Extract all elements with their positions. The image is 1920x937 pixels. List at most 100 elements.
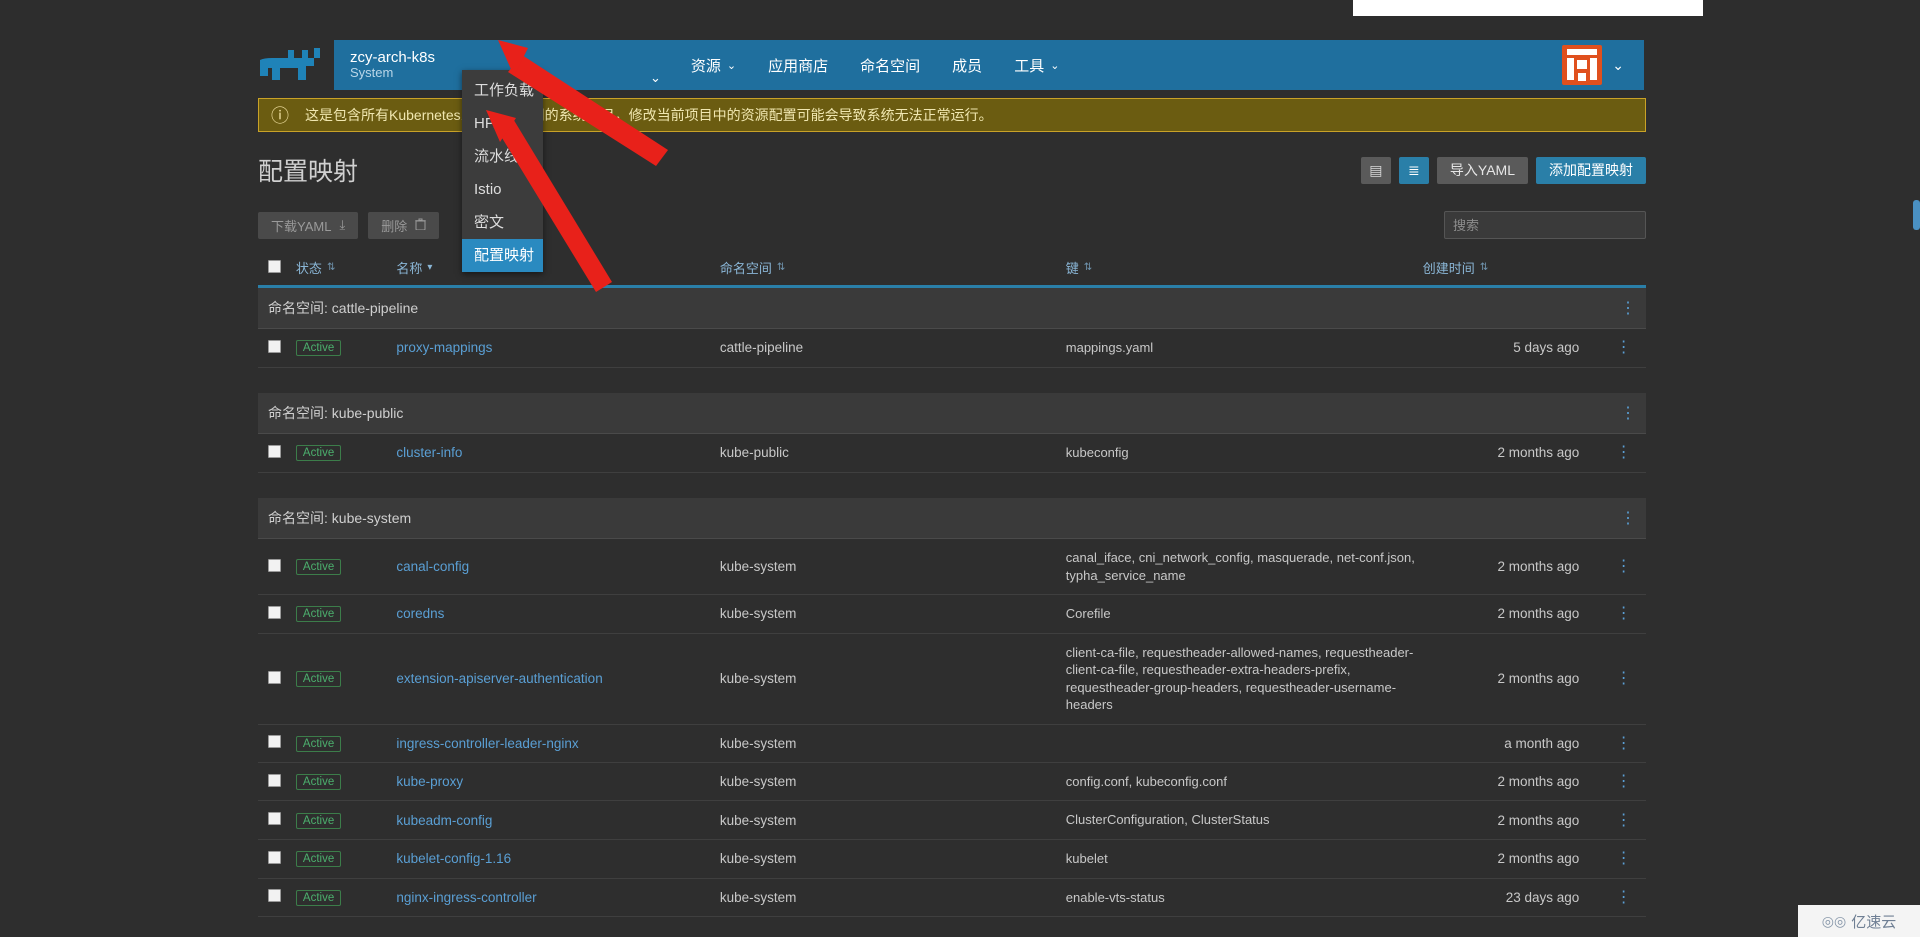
namespace-group-label: 命名空间: kube-system bbox=[258, 498, 1602, 540]
table-row: Active kubelet-config-1.16 kube-system kube… bbox=[258, 839, 1646, 879]
kebab-menu-icon[interactable]: ⋮ bbox=[1616, 558, 1632, 575]
menu-item-workloads[interactable]: 工作负载 bbox=[462, 74, 543, 107]
import-yaml-button[interactable]: 导入YAML bbox=[1436, 156, 1528, 184]
info-icon: ⓘ bbox=[271, 106, 289, 126]
nav-item-label: 命名空间 bbox=[860, 57, 921, 75]
column-header-created[interactable]: 创建时间 ⇅ bbox=[1422, 252, 1602, 288]
status-badge: Active bbox=[295, 445, 342, 462]
row-select-cell bbox=[258, 878, 296, 918]
row-checkbox[interactable] bbox=[268, 735, 281, 749]
kebab-menu-icon[interactable]: ⋮ bbox=[1620, 510, 1636, 527]
status-badge: Active bbox=[295, 851, 342, 868]
configmap-link[interactable]: cluster-info bbox=[396, 445, 462, 460]
kebab-menu-icon[interactable]: ⋮ bbox=[1616, 889, 1632, 906]
row-created-cell: 2 months ago bbox=[1422, 633, 1602, 725]
page-scrollbar-thumb[interactable] bbox=[1913, 200, 1920, 230]
sort-icon: ⇅ bbox=[1083, 261, 1093, 273]
row-name-cell: kubeadm-config bbox=[396, 800, 720, 841]
column-header-name[interactable]: 名称 ▾ bbox=[396, 252, 720, 288]
menu-item-secrets[interactable]: 密文 bbox=[462, 206, 543, 239]
row-checkbox[interactable] bbox=[268, 670, 281, 684]
row-namespace-cell: kube-system bbox=[719, 878, 1066, 918]
row-select-cell bbox=[258, 328, 296, 368]
configmap-link[interactable]: extension-apiserver-authentication bbox=[396, 671, 602, 686]
menu-item-pipeline[interactable]: 流水线 bbox=[462, 140, 543, 173]
select-all-checkbox[interactable] bbox=[268, 259, 281, 273]
search-input[interactable] bbox=[1444, 211, 1646, 239]
row-created-cell: 2 months ago bbox=[1422, 800, 1602, 841]
kebab-menu-icon[interactable]: ⋮ bbox=[1616, 670, 1632, 687]
kebab-menu-icon[interactable]: ⋮ bbox=[1616, 735, 1632, 752]
configmap-link[interactable]: coredns bbox=[396, 606, 444, 621]
row-created-cell: 23 days ago bbox=[1422, 878, 1602, 918]
column-header-status[interactable]: 状态 ⇅ bbox=[295, 252, 397, 288]
menu-item-istio[interactable]: Istio bbox=[462, 173, 543, 206]
kebab-menu-icon[interactable]: ⋮ bbox=[1616, 850, 1632, 867]
status-badge: Active bbox=[295, 812, 342, 829]
kebab-menu-icon[interactable]: ⋮ bbox=[1616, 773, 1632, 790]
download-yaml-button[interactable]: 下载YAML ⤓ bbox=[258, 211, 359, 239]
status-badge: Active bbox=[295, 774, 342, 791]
kebab-menu-icon[interactable]: ⋮ bbox=[1616, 339, 1632, 356]
table-row: Active kubeadm-config kube-system ClusterCo… bbox=[258, 800, 1646, 841]
row-actions-cell: ⋮ bbox=[1601, 762, 1646, 802]
delete-label: 删除 bbox=[381, 218, 408, 234]
kebab-menu-icon[interactable]: ⋮ bbox=[1616, 444, 1632, 461]
row-checkbox[interactable] bbox=[268, 889, 281, 903]
configmap-link[interactable]: kube-proxy bbox=[396, 774, 463, 789]
row-namespace-cell: kube-system bbox=[719, 762, 1066, 802]
app-header: zcy-arch-k8s System ⌄ 资源 ⌄ 应用商店 命名空间 成员 … bbox=[0, 20, 1920, 90]
group-spacer bbox=[258, 367, 1646, 394]
menu-item-hpa[interactable]: HPA bbox=[462, 107, 543, 140]
row-checkbox[interactable] bbox=[268, 850, 281, 864]
configmap-link[interactable]: proxy-mappings bbox=[396, 340, 492, 355]
watermark: ◎◎ 亿速云 bbox=[1798, 905, 1920, 937]
list-view-button[interactable]: ≣ bbox=[1398, 156, 1429, 184]
kebab-menu-icon[interactable]: ⋮ bbox=[1616, 812, 1632, 829]
column-header-keys[interactable]: 键 ⇅ bbox=[1065, 252, 1423, 288]
sort-icon: ⇅ bbox=[1479, 261, 1489, 273]
kebab-menu-icon[interactable]: ⋮ bbox=[1620, 405, 1636, 422]
add-configmap-button[interactable]: 添加配置映射 bbox=[1536, 156, 1646, 184]
configmap-link[interactable]: ingress-controller-leader-nginx bbox=[396, 736, 578, 751]
row-checkbox[interactable] bbox=[268, 773, 281, 787]
sort-icon: ⇅ bbox=[326, 261, 336, 273]
kebab-menu-icon[interactable]: ⋮ bbox=[1620, 300, 1636, 317]
kebab-menu-icon[interactable]: ⋮ bbox=[1616, 605, 1632, 622]
row-status-cell: Active bbox=[295, 538, 397, 596]
row-created-cell: 2 months ago bbox=[1422, 433, 1602, 473]
status-badge: Active bbox=[295, 671, 342, 688]
row-actions-cell: ⋮ bbox=[1601, 800, 1646, 841]
row-keys-cell: client-ca-file, requestheader-allowed-na… bbox=[1065, 633, 1423, 725]
row-checkbox[interactable] bbox=[268, 605, 281, 619]
column-header-namespace[interactable]: 命名空间 ⇅ bbox=[719, 252, 1066, 288]
row-keys-cell: ClusterConfiguration, ClusterStatus bbox=[1065, 800, 1423, 841]
table-row: Active coredns kube-system Corefile 2 months… bbox=[258, 594, 1646, 634]
row-name-cell: kube-proxy bbox=[396, 762, 720, 802]
row-checkbox[interactable] bbox=[268, 444, 281, 458]
row-name-cell: cluster-info bbox=[396, 433, 720, 473]
namespace-group-label: 命名空间: cattle-pipeline bbox=[258, 286, 1602, 329]
row-keys-cell: mappings.yaml bbox=[1065, 328, 1423, 368]
menu-item-configmaps[interactable]: 配置映射 bbox=[462, 239, 543, 272]
nav-item-label: 资源 bbox=[690, 57, 721, 75]
row-checkbox[interactable] bbox=[268, 339, 281, 353]
configmap-link[interactable]: kubelet-config-1.16 bbox=[396, 851, 511, 866]
column-label: 创建时间 bbox=[1422, 261, 1475, 276]
row-actions-cell: ⋮ bbox=[1601, 839, 1646, 879]
row-select-cell bbox=[258, 800, 296, 841]
row-checkbox[interactable] bbox=[268, 812, 281, 826]
row-status-cell: Active bbox=[295, 762, 397, 802]
row-name-cell: nginx-ingress-controller bbox=[396, 878, 720, 918]
configmap-link[interactable]: kubeadm-config bbox=[396, 813, 492, 828]
configmap-link[interactable]: nginx-ingress-controller bbox=[396, 890, 536, 905]
warning-text: 这是包含所有Kubernetes系统命名空间的系统项目，修改当前项目中的资源配置… bbox=[305, 107, 993, 123]
row-select-cell bbox=[258, 538, 296, 596]
row-status-cell: Active bbox=[295, 724, 397, 763]
delete-button[interactable]: 删除 bbox=[368, 211, 440, 239]
detail-view-button[interactable]: ▤ bbox=[1360, 156, 1391, 184]
resources-dropdown-menu: 工作负载 HPA 流水线 Istio 密文 配置映射 bbox=[462, 70, 543, 272]
table-row: Active kube-proxy kube-system config.conf, … bbox=[258, 762, 1646, 802]
configmap-link[interactable]: canal-config bbox=[396, 559, 469, 574]
row-checkbox[interactable] bbox=[268, 558, 281, 572]
